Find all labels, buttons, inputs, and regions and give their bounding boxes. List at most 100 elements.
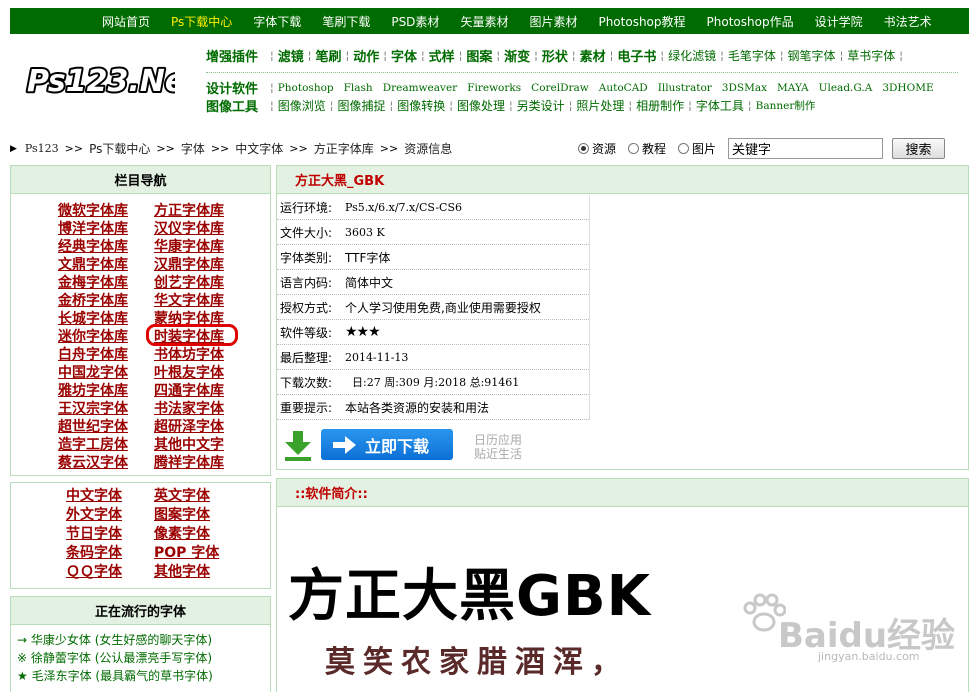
plugin-ebook[interactable]: 电子书: [617, 46, 656, 65]
software-3dhome[interactable]: 3DHOME: [882, 82, 933, 94]
search-button[interactable]: 搜索: [892, 138, 946, 159]
plugin-pattern[interactable]: 图案: [466, 46, 492, 65]
font-lib-link[interactable]: 腾祥字体库: [154, 454, 250, 472]
usage-guide-link[interactable]: 本站各类资源的安装和用法: [345, 399, 489, 416]
font-lib-link[interactable]: 迷你字体库: [58, 328, 154, 346]
font-lib-link[interactable]: 雅坊字体库: [58, 382, 154, 400]
tool-photo[interactable]: 照片处理: [576, 97, 624, 114]
tool-alt-design[interactable]: 另类设计: [517, 97, 565, 114]
category-link[interactable]: 外文字体: [66, 506, 154, 525]
font-lib-link[interactable]: 超世纪字体: [58, 418, 154, 436]
plugin-gradient[interactable]: 渐变: [504, 46, 530, 65]
plugin-material[interactable]: 素材: [580, 46, 606, 65]
font-lib-link[interactable]: 金桥字体库: [58, 292, 154, 310]
nav-design-school[interactable]: 设计学院: [815, 13, 863, 30]
crumb-fonts[interactable]: 字体: [181, 140, 205, 157]
nav-fonts[interactable]: 字体下载: [253, 13, 301, 30]
tool-browse[interactable]: 图像浏览: [278, 97, 326, 114]
category-link[interactable]: 英文字体: [154, 487, 242, 506]
software-coreldraw[interactable]: CorelDraw: [531, 82, 589, 94]
nav-ps-works[interactable]: Photoshop作品: [707, 13, 794, 30]
nav-vector[interactable]: 矢量素材: [460, 13, 508, 30]
plugin-shape[interactable]: 形状: [542, 46, 568, 65]
nav-images[interactable]: 图片素材: [529, 13, 577, 30]
crumb-founder[interactable]: 方正字体库: [314, 140, 374, 157]
software-3dsmax[interactable]: 3DSMax: [722, 82, 767, 94]
plugin-cursive-font[interactable]: 草书字体: [847, 47, 895, 64]
category-link[interactable]: ＱＱ字体: [66, 563, 154, 582]
font-lib-link[interactable]: 白舟字体库: [58, 346, 154, 364]
font-lib-link[interactable]: 汉鼎字体库: [154, 256, 250, 274]
font-lib-link[interactable]: 王汉宗字体: [58, 400, 154, 418]
plugin-pen-font[interactable]: 钢笔字体: [788, 47, 836, 64]
font-lib-link[interactable]: 中国龙字体: [58, 364, 154, 382]
download-now-button[interactable]: 立即下载: [321, 429, 453, 460]
nav-ps-tutorial[interactable]: Photoshop教程: [598, 13, 685, 30]
font-lib-link[interactable]: 造字工房体: [58, 436, 154, 454]
category-link[interactable]: 像素字体: [154, 525, 242, 544]
tool-banner[interactable]: Banner制作: [756, 98, 816, 113]
tool-album[interactable]: 相册制作: [636, 97, 684, 114]
plugin-font[interactable]: 字体: [391, 46, 417, 65]
popular-item[interactable]: ★ 毛泽东字体 (最具霸气的草书字体): [17, 667, 270, 685]
font-lib-link[interactable]: 华康字体库: [154, 238, 250, 256]
category-link[interactable]: 其他字体: [154, 563, 242, 582]
software-maya[interactable]: MAYA: [777, 82, 809, 94]
plugin-brush-font[interactable]: 毛笔字体: [728, 47, 776, 64]
software-flash[interactable]: Flash: [344, 82, 373, 94]
nav-calligraphy[interactable]: 书法艺术: [884, 13, 932, 30]
font-lib-link[interactable]: 微软字体库: [58, 202, 154, 220]
category-link[interactable]: 中文字体: [66, 487, 154, 506]
font-lib-link[interactable]: 汉仪字体库: [154, 220, 250, 238]
font-lib-link[interactable]: 创艺字体库: [154, 274, 250, 292]
software-fireworks[interactable]: Fireworks: [467, 82, 521, 94]
tool-capture[interactable]: 图像捕捉: [337, 97, 385, 114]
software-illustrator[interactable]: Illustrator: [658, 82, 712, 94]
popular-item[interactable]: ※ 徐静蕾字体 (公认最漂亮手写字体): [17, 649, 270, 667]
font-lib-link[interactable]: 叶根友字体: [154, 364, 250, 382]
software-photoshop[interactable]: Photoshop: [278, 82, 334, 94]
font-lib-link[interactable]: 华文字体库: [154, 292, 250, 310]
radio-image[interactable]: [678, 143, 690, 154]
plugin-filter[interactable]: 滤镜: [278, 46, 304, 65]
category-link[interactable]: 图案字体: [154, 506, 242, 525]
search-input[interactable]: [728, 138, 884, 159]
nav-psd[interactable]: PSD素材: [391, 13, 439, 30]
tool-font-tool[interactable]: 字体工具: [696, 97, 744, 114]
plugin-brush[interactable]: 笔刷: [315, 46, 341, 65]
category-link[interactable]: 节日字体: [66, 525, 154, 544]
site-logo[interactable]: Ps123.Net Ps123.Net: [25, 62, 175, 98]
software-ulead[interactable]: Ulead.G.A: [819, 82, 873, 94]
tool-convert[interactable]: 图像转换: [397, 97, 445, 114]
font-lib-link[interactable]: 其他中文字: [154, 436, 250, 454]
font-lib-link[interactable]: 书法家字体: [154, 400, 250, 418]
nav-ps-download[interactable]: Ps下载中心: [171, 13, 232, 30]
popular-item[interactable]: → 华康少女体 (女生好感的聊天字体): [17, 631, 270, 649]
font-lib-link[interactable]: 四通字体库: [154, 382, 250, 400]
font-lib-link[interactable]: 超研泽字体: [154, 418, 250, 436]
crumb-chinese-fonts[interactable]: 中文字体: [235, 140, 283, 157]
plugin-green-filter[interactable]: 绿化滤镜: [668, 47, 716, 64]
font-lib-link[interactable]: 文鼎字体库: [58, 256, 154, 274]
font-lib-link[interactable]: 方正字体库: [154, 202, 250, 220]
tool-process[interactable]: 图像处理: [457, 97, 505, 114]
nav-brushes[interactable]: 笔刷下载: [322, 13, 370, 30]
radio-tutorial[interactable]: [628, 143, 640, 154]
font-lib-link[interactable]: 长城字体库: [58, 310, 154, 328]
category-link[interactable]: POP 字体: [154, 544, 242, 563]
plugin-action[interactable]: 动作: [353, 46, 379, 65]
radio-resource[interactable]: [578, 143, 589, 154]
ad-text[interactable]: 日历应用 贴近生活: [474, 433, 522, 461]
plugin-style[interactable]: 式样: [429, 46, 455, 65]
software-dreamweaver[interactable]: Dreamweaver: [383, 82, 458, 94]
crumb-home[interactable]: Ps123: [25, 142, 59, 155]
crumb-download[interactable]: Ps下载中心: [89, 140, 150, 157]
font-lib-link[interactable]: 书体坊字体: [154, 346, 250, 364]
font-lib-link[interactable]: 金梅字体库: [58, 274, 154, 292]
font-lib-link[interactable]: 博洋字体库: [58, 220, 154, 238]
nav-home[interactable]: 网站首页: [102, 13, 150, 30]
category-link[interactable]: 条码字体: [66, 544, 154, 563]
font-lib-link[interactable]: 经典字体库: [58, 238, 154, 256]
software-autocad[interactable]: AutoCAD: [599, 82, 648, 94]
font-lib-link[interactable]: 蔡云汉字体: [58, 454, 154, 472]
